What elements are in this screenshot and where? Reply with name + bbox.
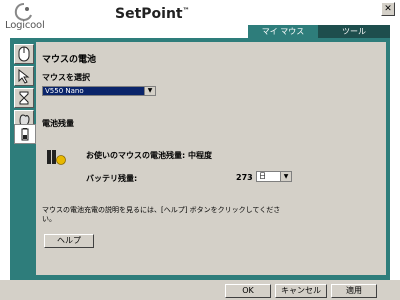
mouse-select[interactable]: V550 Nano ▼ <box>42 86 156 96</box>
hourglass-icon <box>19 91 29 105</box>
battery-icon <box>21 128 29 141</box>
battery-life-label: バッテリ残量: <box>86 174 138 183</box>
ok-button[interactable]: OK <box>225 284 271 298</box>
header: Logicool SetPoint™ ✕ マイ マウス ツール <box>0 0 400 38</box>
brand-name: Logicool <box>5 20 45 31</box>
chevron-down-icon: ▼ <box>144 87 155 95</box>
battery-status-text: お使いのマウスの電池残量: 中程度 <box>86 151 212 160</box>
sidebar-item-pointer[interactable] <box>14 66 34 86</box>
cancel-button[interactable]: キャンセル <box>275 284 327 298</box>
mouse-buttons-icon <box>18 46 30 62</box>
main-panel: マウスの電池 マウスを選択 V550 Nano ▼ 電池残量 お使いのマウスの電… <box>36 42 386 275</box>
select-mouse-label: マウスを選択 <box>42 73 90 82</box>
chevron-down-icon: ▼ <box>280 172 291 181</box>
logicool-logo-icon <box>14 3 32 21</box>
battery-heading: 電池残量 <box>42 119 74 128</box>
sidebar-item-buttons[interactable] <box>14 44 34 64</box>
app-title: SetPoint™ <box>115 6 190 22</box>
close-button[interactable]: ✕ <box>381 2 395 16</box>
mouse-select-value: V550 Nano <box>45 87 84 95</box>
tab-tools[interactable]: ツール <box>318 25 390 38</box>
help-text: マウスの電池充電の説明を見るには、[ヘルプ] ボタンをクリックしてください。 <box>42 206 281 223</box>
battery-status-icon <box>47 150 66 165</box>
battery-unit-select[interactable]: 日 ▼ <box>256 171 292 182</box>
tab-my-mouse[interactable]: マイ マウス <box>248 25 318 38</box>
help-button[interactable]: ヘルプ <box>44 234 94 248</box>
battery-unit-value: 日 <box>259 172 266 180</box>
apply-button[interactable]: 適用 <box>331 284 377 298</box>
battery-life-value: 273 <box>236 173 253 182</box>
section-title: マウスの電池 <box>42 55 97 65</box>
sidebar-item-timer[interactable] <box>14 88 34 108</box>
setpoint-window: Logicool SetPoint™ ✕ マイ マウス ツール マウスの電池 マ… <box>0 0 400 300</box>
sidebar-item-battery[interactable] <box>14 124 36 144</box>
pointer-icon <box>18 68 30 84</box>
